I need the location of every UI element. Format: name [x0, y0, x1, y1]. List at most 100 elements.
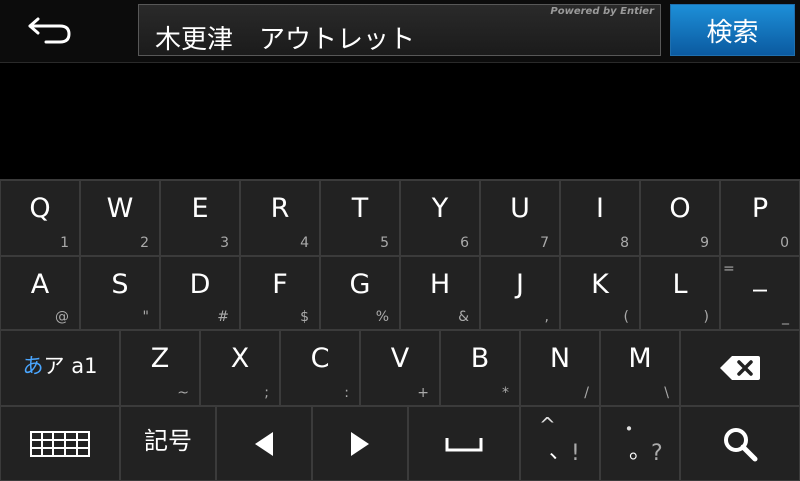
key-main-label: U	[510, 193, 530, 224]
space-key[interactable]	[408, 406, 520, 481]
key-sub-label: *	[502, 385, 509, 401]
search-button[interactable]: 検索	[670, 4, 795, 56]
key-sub-label: ~	[177, 385, 189, 401]
key-i[interactable]: I8	[560, 180, 640, 256]
hiragana-label: あ	[22, 354, 44, 378]
punct-main-label: 。	[629, 439, 652, 464]
key-n[interactable]: N /	[520, 330, 600, 406]
input-mode-key[interactable]: あア a1	[0, 330, 120, 406]
punctuation-key-period[interactable]: ・。?	[600, 406, 680, 481]
key-main-label: W	[106, 193, 134, 224]
key-main-label: T	[351, 193, 369, 224]
key-main-label: L	[672, 269, 688, 300]
key-sub-label: +	[417, 385, 429, 401]
key-u[interactable]: U7	[480, 180, 560, 256]
symbol-key[interactable]: 記号	[120, 406, 216, 481]
back-arrow-icon	[28, 17, 71, 44]
cursor-right-key[interactable]	[312, 406, 408, 481]
key-h[interactable]: H &	[400, 256, 480, 330]
backspace-icon	[681, 331, 799, 405]
key-m[interactable]: M \	[600, 330, 680, 406]
key-f[interactable]: F $	[240, 256, 320, 330]
key-v[interactable]: V +	[360, 330, 440, 406]
key-sub-label: #	[217, 309, 229, 325]
punctuation-key-comma[interactable]: ^、!	[520, 406, 600, 481]
key-sub-label: 8	[620, 235, 629, 251]
key-main-label: J	[516, 269, 524, 300]
key-z[interactable]: Z ~	[120, 330, 200, 406]
key-sub-label: /	[584, 385, 589, 401]
key-sub-label: 6	[460, 235, 469, 251]
left-arrow-icon	[217, 407, 311, 480]
right-arrow-icon	[313, 407, 407, 480]
punct-sub-label: ?	[651, 441, 663, 466]
key-underscore[interactable]: = _ _	[720, 256, 800, 330]
key-sub-label: ,	[544, 309, 549, 325]
key-main-label: I	[596, 193, 604, 224]
key-main-label: X	[230, 343, 250, 374]
search-input[interactable]: 木更津 アウトレット Powered by Entier	[138, 4, 661, 56]
key-sub-label: $	[300, 309, 309, 325]
key-main-label: Z	[150, 343, 170, 374]
key-sub-label: &	[458, 309, 469, 325]
key-j[interactable]: J,	[480, 256, 560, 330]
key-main-label: G	[349, 269, 371, 300]
cursor-left-key[interactable]	[216, 406, 312, 481]
key-sub-label: \	[664, 385, 669, 401]
powered-by-label: Powered by Entier	[550, 6, 654, 17]
back-button[interactable]	[8, 4, 128, 56]
key-main-label: N	[549, 343, 571, 374]
key-main-label: A	[30, 269, 50, 300]
keyboard-layout-key[interactable]	[0, 406, 120, 481]
key-a[interactable]: A @	[0, 256, 80, 330]
key-sub-label: @	[55, 309, 69, 325]
key-sub-label: 5	[380, 235, 389, 251]
key-d[interactable]: D #	[160, 256, 240, 330]
key-l[interactable]: L)	[640, 256, 720, 330]
key-sub-label: 1	[60, 235, 69, 251]
key-sub-label: 2	[140, 235, 149, 251]
key-w[interactable]: W2	[80, 180, 160, 256]
key-sub-label: "	[142, 309, 149, 325]
key-main-label: B	[470, 343, 490, 374]
top-bar: 木更津 アウトレット Powered by Entier 検索	[0, 0, 800, 63]
key-sub-label: 0	[780, 235, 789, 251]
search-icon	[681, 407, 799, 480]
key-y[interactable]: Y6	[400, 180, 480, 256]
key-t[interactable]: T5	[320, 180, 400, 256]
key-k[interactable]: K(	[560, 256, 640, 330]
key-sub-label: _	[782, 309, 789, 325]
key-s[interactable]: S "	[80, 256, 160, 330]
space-icon	[409, 407, 519, 480]
key-c[interactable]: C:	[280, 330, 360, 406]
software-keyboard: Q 1 W 2 E 3 R 4 T 5 Y 6 U 7 I 8 O 9 P 0 A @ S " D # F $ G% H & J, K(L) = _…	[0, 179, 800, 481]
results-area	[0, 63, 800, 179]
key-g[interactable]: G%	[320, 256, 400, 330]
input-mode-label: あア a1	[1, 353, 119, 379]
key-p[interactable]: P0	[720, 180, 800, 256]
key-main-label: _	[753, 261, 767, 292]
key-o[interactable]: O9	[640, 180, 720, 256]
search-key[interactable]	[680, 406, 800, 481]
punct-sub-label: !	[571, 441, 580, 466]
key-main-label: P	[751, 193, 769, 224]
key-sub-label: 7	[540, 235, 549, 251]
key-main-label: Y	[431, 193, 449, 224]
key-main-label: D	[189, 269, 211, 300]
key-r[interactable]: R4	[240, 180, 320, 256]
key-x[interactable]: X;	[200, 330, 280, 406]
key-main-label: K	[591, 269, 609, 300]
key-e[interactable]: E3	[160, 180, 240, 256]
key-sub-label: 4	[300, 235, 309, 251]
key-main-label: V	[390, 343, 410, 374]
key-main-label: M	[628, 343, 652, 374]
key-b[interactable]: B *	[440, 330, 520, 406]
key-sub-label: )	[703, 309, 709, 325]
key-main-label: O	[669, 193, 691, 224]
key-sub-label: (	[623, 309, 629, 325]
punct-main-label: 、	[549, 439, 572, 464]
key-q[interactable]: Q1	[0, 180, 80, 256]
search-input-value: 木更津 アウトレット	[155, 25, 416, 55]
backspace-key[interactable]	[680, 330, 800, 406]
key-sub-label: :	[344, 385, 349, 401]
